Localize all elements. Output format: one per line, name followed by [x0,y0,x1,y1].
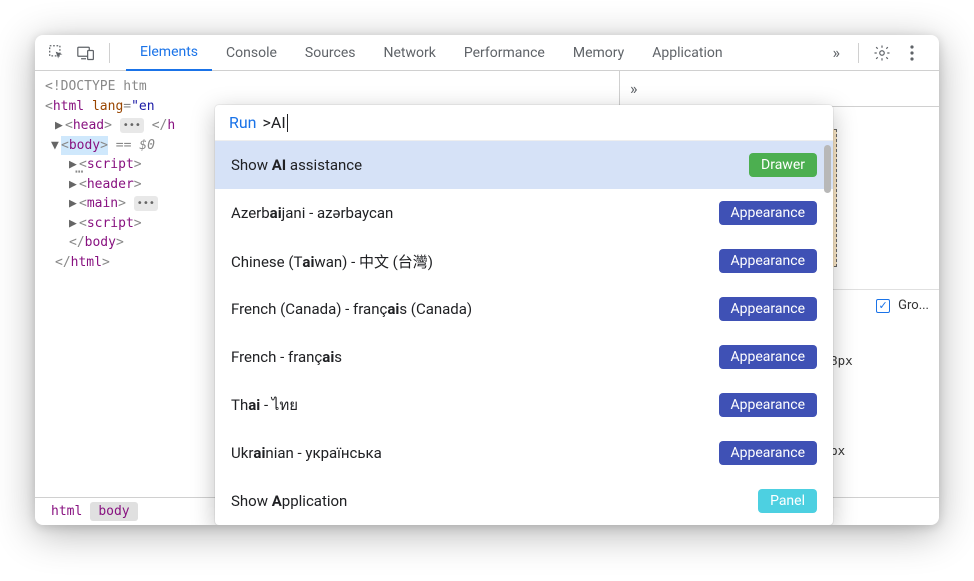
side-tabs-overflow[interactable]: » [620,71,939,107]
toolbar-divider [858,43,859,63]
command-label: Chinese (Taiwan) - 中文 (台灣) [231,251,433,272]
command-label: Thai - ไทย [231,393,298,417]
command-input[interactable]: Run >AI [215,105,833,141]
command-badge: Appearance [719,345,817,369]
header-tag: header [87,177,134,192]
command-badge: Appearance [719,441,817,465]
command-item[interactable]: Azerbaijani - azərbaycan Appearance [215,189,833,237]
ellipsis-icon[interactable]: ••• [120,118,144,133]
doctype: <!DOCTYPE htm [45,79,147,94]
command-item[interactable]: Show AI assistance Drawer [215,141,833,189]
command-label: Ukrainian - українська [231,444,382,462]
command-item[interactable]: Thai - ไทย Appearance [215,381,833,429]
input-prefix: Run [229,113,257,132]
tab-elements[interactable]: Elements [126,35,212,71]
command-label: French - français [231,348,342,366]
device-toggle-icon[interactable] [74,41,98,65]
body-tag: body [69,138,100,153]
command-item[interactable]: Ukrainian - українська Appearance [215,429,833,477]
tab-sources[interactable]: Sources [291,35,370,71]
command-label: Show Application [231,492,347,510]
tab-memory[interactable]: Memory [559,35,638,71]
script-tag: script [87,157,134,172]
script-tag: script [87,216,134,231]
tab-console[interactable]: Console [212,35,291,71]
tab-network[interactable]: Network [370,35,450,71]
command-palette: Run >AI Show AI assistance Drawer Azerbaij… [215,105,833,525]
inspect-icon[interactable] [44,41,68,65]
html-close-tag: html [71,255,102,270]
head-tag: head [73,118,104,133]
command-label: Azerbaijani - azərbaycan [231,204,393,222]
tab-performance[interactable]: Performance [450,35,559,71]
command-badge: Appearance [719,201,817,225]
command-item[interactable]: French - français Appearance [215,333,833,381]
attr-name: lang [92,99,123,114]
scrollbar[interactable] [824,145,831,193]
command-badge: Appearance [719,297,817,321]
gutter-dots-icon: ⋯ [75,162,83,183]
command-item[interactable]: Chinese (Taiwan) - 中文 (台灣) Appearance [215,237,833,285]
command-badge: Drawer [749,153,817,177]
crumb-body[interactable]: body [90,502,137,521]
command-label: Show AI assistance [231,156,362,174]
command-list: Show AI assistance Drawer Azerbaijani - az… [215,141,833,525]
command-item[interactable]: Show Application Panel [215,477,833,525]
caret-icon [287,114,288,132]
selected-node[interactable]: <body> [61,136,108,156]
command-badge: Panel [758,489,817,513]
command-badge: Appearance [719,249,817,273]
kebab-menu-icon[interactable] [900,41,924,65]
gear-icon[interactable] [870,41,894,65]
input-query: >AI [263,113,286,132]
crumb-html[interactable]: html [43,502,90,521]
attr-value: "en [131,99,154,114]
main-tag: main [87,196,118,211]
command-item[interactable]: French (Canada) - français (Canada) Appea… [215,285,833,333]
ellipsis-icon[interactable]: ••• [134,196,158,211]
group-label: Gro... [898,298,929,313]
html-tag: html [53,99,84,114]
toolbar-divider [109,43,110,63]
eq-label: == $0 [108,138,155,153]
devtools-window: ElementsConsoleSourcesNetworkPerformance… [35,35,939,525]
body-close-tag: body [85,235,116,250]
tag-close-frag: h [167,118,175,133]
tab-application[interactable]: Application [638,35,736,71]
command-badge: Appearance [719,393,817,417]
command-label: French (Canada) - français (Canada) [231,300,472,318]
main-toolbar: ElementsConsoleSourcesNetworkPerformance… [35,35,939,71]
panel-tabs: ElementsConsoleSourcesNetworkPerformance… [126,35,823,71]
group-checkbox[interactable]: ✓ [876,299,890,313]
tabs-overflow-icon[interactable]: » [823,43,851,62]
